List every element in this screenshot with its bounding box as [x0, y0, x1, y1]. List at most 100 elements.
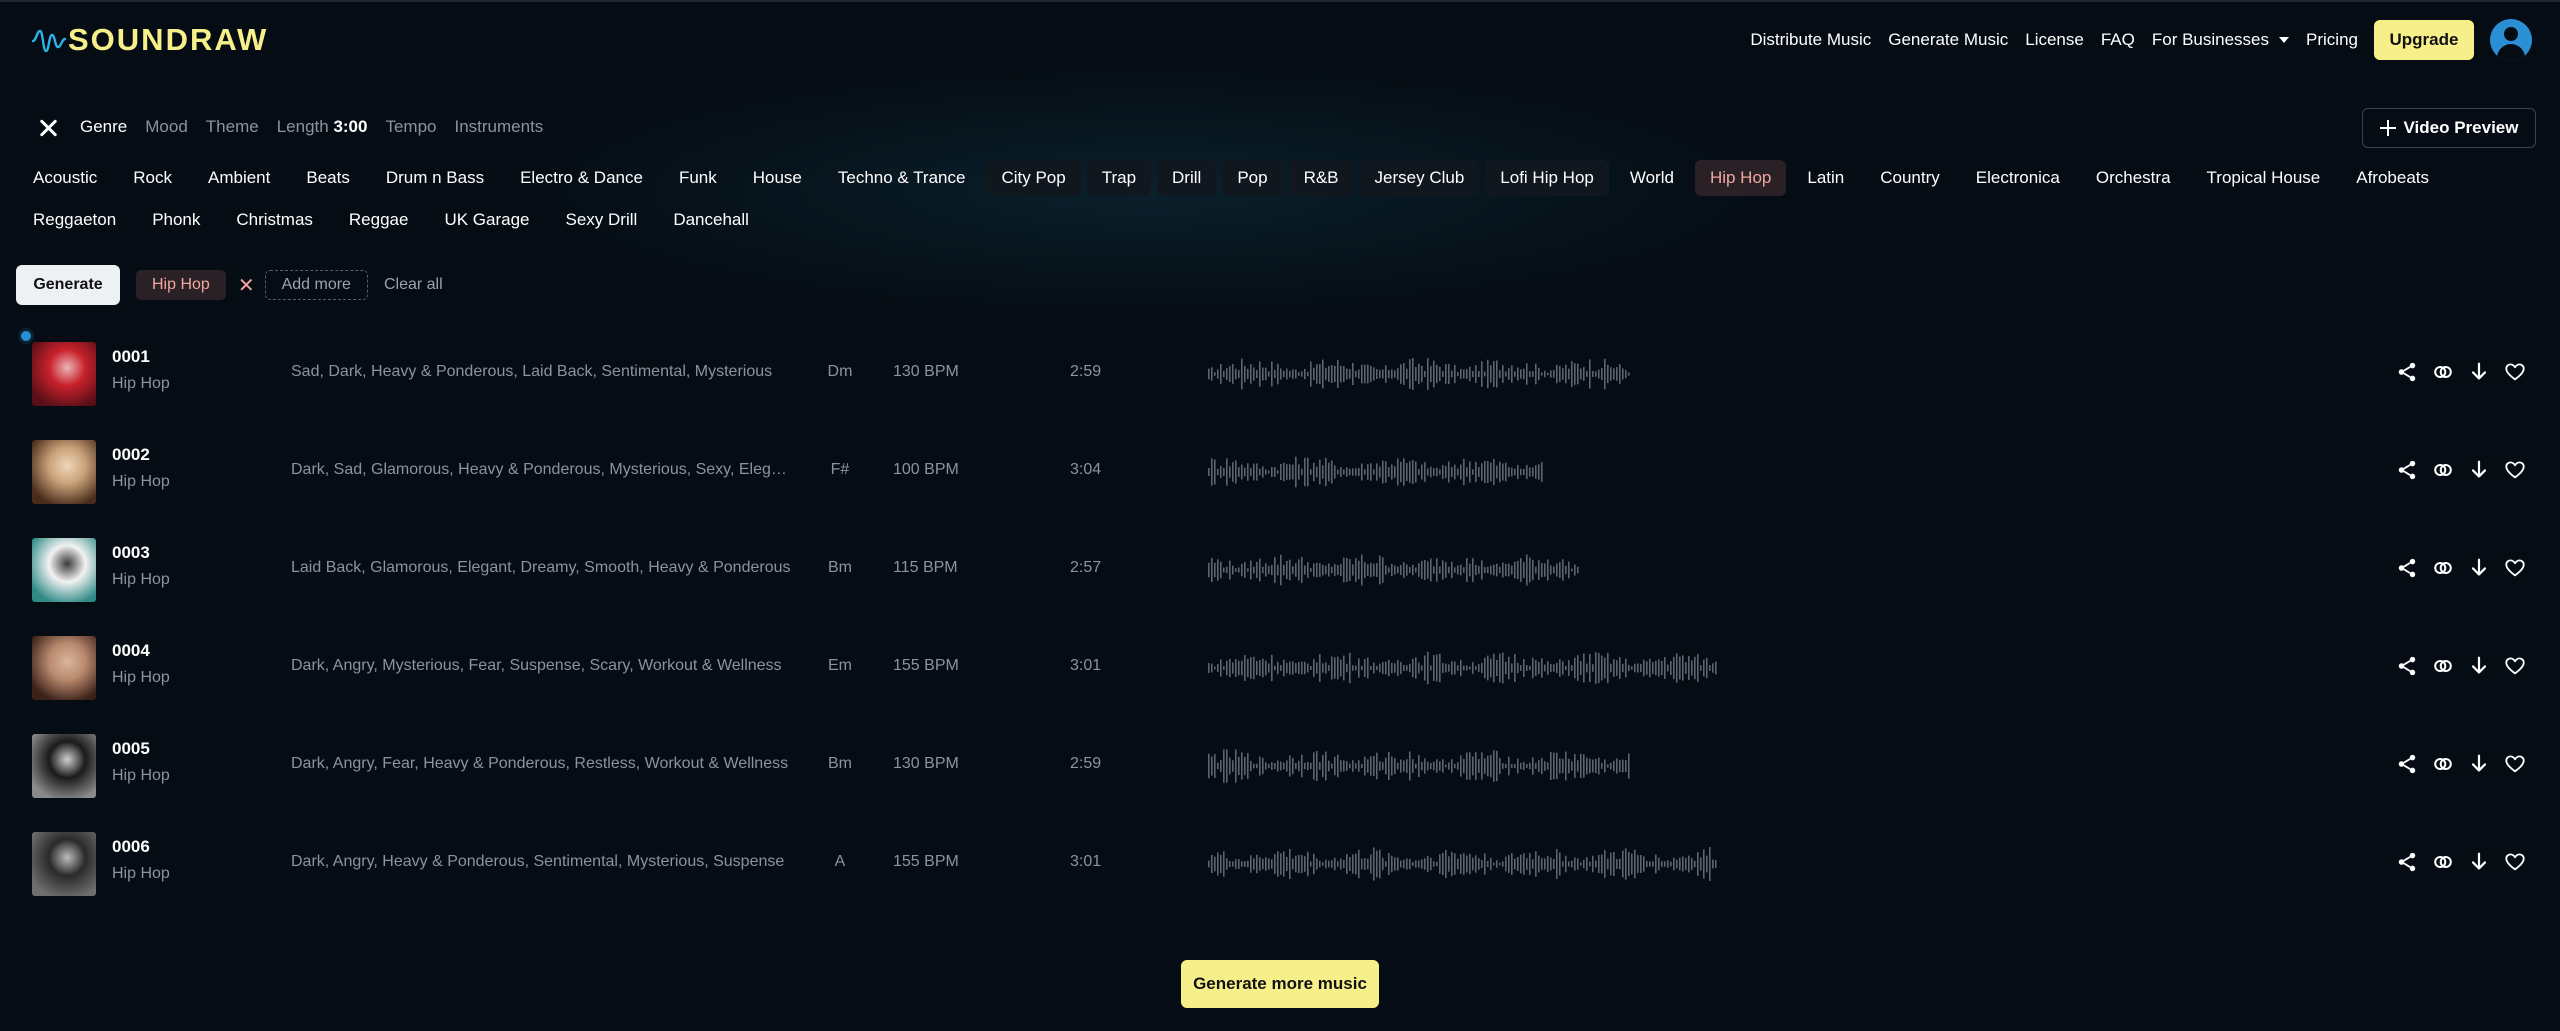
genre-chip-techno-and-trance[interactable]: Techno & Trance [823, 160, 981, 196]
genre-chip-drill[interactable]: Drill [1157, 160, 1217, 196]
waveform-bar [1445, 764, 1447, 768]
remove-tag-icon[interactable]: ✕ [238, 273, 255, 298]
generate-more-button[interactable]: Generate more music [1181, 960, 1379, 1008]
track-waveform[interactable] [1208, 451, 1545, 493]
genre-chip-dancehall[interactable]: Dancehall [658, 202, 764, 238]
genre-chip-lofi-hip-hop[interactable]: Lofi Hip Hop [1485, 160, 1609, 196]
download-icon[interactable] [2468, 361, 2490, 383]
waveform-bar [1394, 857, 1396, 871]
genre-chip-orchestra[interactable]: Orchestra [2081, 160, 2186, 196]
add-more-button[interactable]: Add more [264, 270, 368, 300]
track-row[interactable]: 0001 Hip Hop Sad, Dark, Heavy & Ponderous,… [0, 325, 2560, 423]
link-icon[interactable] [2432, 557, 2454, 579]
genre-chip-house[interactable]: House [738, 160, 817, 196]
genre-chip-latin[interactable]: Latin [1792, 160, 1859, 196]
link-icon[interactable] [2432, 655, 2454, 677]
link-icon[interactable] [2432, 459, 2454, 481]
download-icon[interactable] [2468, 655, 2490, 677]
heart-icon[interactable] [2504, 655, 2526, 677]
genre-chip-electronica[interactable]: Electronica [1961, 160, 2075, 196]
track-waveform[interactable] [1208, 549, 1580, 591]
track-row[interactable]: 0003 Hip Hop Laid Back, Glamorous, Elegant… [0, 521, 2560, 619]
waveform-bar [1211, 367, 1213, 381]
share-icon[interactable] [2396, 655, 2418, 677]
upgrade-button[interactable]: Upgrade [2374, 20, 2474, 60]
nav-for-businesses[interactable]: For Businesses [2152, 30, 2290, 50]
genre-chip-funk[interactable]: Funk [664, 160, 732, 196]
heart-icon[interactable] [2504, 557, 2526, 579]
generate-button[interactable]: Generate [16, 265, 120, 305]
genre-chip-hip-hop[interactable]: Hip Hop [1694, 160, 1787, 196]
logo[interactable]: SOUNDRAW [32, 22, 268, 58]
genre-chip-reggae[interactable]: Reggae [334, 202, 424, 238]
download-icon[interactable] [2468, 459, 2490, 481]
genre-chip-randb[interactable]: R&B [1288, 160, 1354, 196]
download-icon[interactable] [2468, 557, 2490, 579]
track-waveform[interactable] [1208, 745, 1631, 787]
nav-license[interactable]: License [2025, 30, 2084, 50]
share-icon[interactable] [2396, 557, 2418, 579]
genre-chip-christmas[interactable]: Christmas [221, 202, 328, 238]
track-waveform[interactable] [1208, 353, 1631, 395]
genre-chip-drum-n-bass[interactable]: Drum n Bass [371, 160, 499, 196]
heart-icon[interactable] [2504, 361, 2526, 383]
share-icon[interactable] [2396, 851, 2418, 873]
genre-chip-sexy-drill[interactable]: Sexy Drill [551, 202, 653, 238]
track-row[interactable]: 0005 Hip Hop Dark, Angry, Fear, Heavy & Po… [0, 717, 2560, 815]
heart-icon[interactable] [2504, 753, 2526, 775]
download-icon[interactable] [2468, 851, 2490, 873]
genre-chip-trap[interactable]: Trap [1086, 160, 1152, 196]
nav-distribute-music[interactable]: Distribute Music [1750, 30, 1871, 50]
clear-all-button[interactable]: Clear all [384, 276, 443, 294]
genre-chip-phonk[interactable]: Phonk [137, 202, 215, 238]
genre-chip-jersey-club[interactable]: Jersey Club [1359, 160, 1480, 196]
share-icon[interactable] [2396, 753, 2418, 775]
share-icon[interactable] [2396, 459, 2418, 481]
nav-generate-music[interactable]: Generate Music [1888, 30, 2008, 50]
genre-chip-tropical-house[interactable]: Tropical House [2192, 160, 2336, 196]
waveform-bar [1277, 851, 1279, 877]
heart-icon[interactable] [2504, 851, 2526, 873]
tab-genre[interactable]: Genre [80, 117, 127, 137]
genre-chip-beats[interactable]: Beats [291, 160, 364, 196]
nav-pricing[interactable]: Pricing [2306, 30, 2358, 50]
track-row[interactable]: 0002 Hip Hop Dark, Sad, Glamorous, Heavy &… [0, 423, 2560, 521]
tab-theme[interactable]: Theme [206, 117, 259, 137]
link-icon[interactable] [2432, 851, 2454, 873]
track-thumbnail[interactable] [32, 538, 96, 602]
track-thumbnail[interactable] [32, 832, 96, 896]
track-thumbnail[interactable] [32, 734, 96, 798]
link-icon[interactable] [2432, 361, 2454, 383]
link-icon[interactable] [2432, 753, 2454, 775]
waveform-bar [1214, 856, 1216, 872]
track-row[interactable]: 0004 Hip Hop Dark, Angry, Mysterious, Fear… [0, 619, 2560, 717]
share-icon[interactable] [2396, 361, 2418, 383]
track-waveform[interactable] [1208, 647, 1718, 689]
close-filter-icon[interactable] [36, 116, 60, 140]
tab-tempo[interactable]: Tempo [385, 117, 436, 137]
track-thumbnail[interactable] [32, 342, 96, 406]
track-row[interactable]: 0006 Hip Hop Dark, Angry, Heavy & Ponderou… [0, 815, 2560, 913]
track-waveform[interactable] [1208, 843, 1718, 885]
track-thumbnail[interactable] [32, 636, 96, 700]
genre-chip-reggaeton[interactable]: Reggaeton [18, 202, 131, 238]
download-icon[interactable] [2468, 753, 2490, 775]
nav-faq[interactable]: FAQ [2101, 30, 2135, 50]
tab-instruments[interactable]: Instruments [455, 117, 544, 137]
genre-chip-ambient[interactable]: Ambient [193, 160, 285, 196]
track-thumbnail[interactable] [32, 440, 96, 504]
video-preview-button[interactable]: Video Preview [2362, 108, 2536, 148]
tab-mood[interactable]: Mood [145, 117, 188, 137]
genre-chip-afrobeats[interactable]: Afrobeats [2341, 160, 2444, 196]
genre-chip-country[interactable]: Country [1865, 160, 1955, 196]
genre-chip-acoustic[interactable]: Acoustic [18, 160, 112, 196]
genre-chip-world[interactable]: World [1615, 160, 1689, 196]
genre-chip-electro-and-dance[interactable]: Electro & Dance [505, 160, 658, 196]
genre-chip-uk-garage[interactable]: UK Garage [429, 202, 544, 238]
genre-chip-pop[interactable]: Pop [1222, 160, 1283, 196]
genre-chip-city-pop[interactable]: City Pop [986, 160, 1081, 196]
heart-icon[interactable] [2504, 459, 2526, 481]
tab-length[interactable]: Length 3:00 [277, 117, 368, 137]
genre-chip-rock[interactable]: Rock [118, 160, 187, 196]
user-avatar-icon[interactable] [2490, 19, 2532, 61]
